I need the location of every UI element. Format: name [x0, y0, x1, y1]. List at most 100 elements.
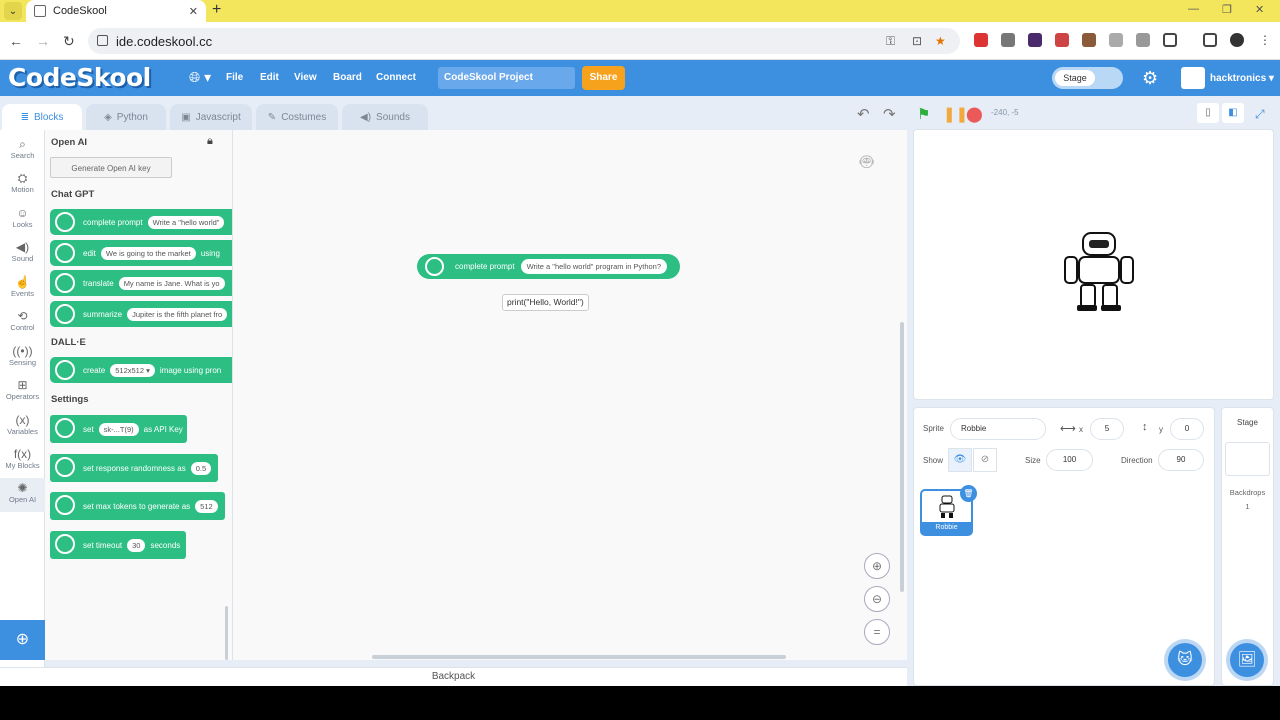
forward-icon[interactable]: → [36, 33, 50, 49]
zoom-out-button[interactable]: ⊖ [864, 586, 890, 612]
category-search[interactable]: ⌕ Search [0, 134, 45, 168]
large-stage-icon[interactable]: ◧ [1222, 103, 1244, 123]
menu-board[interactable]: Board [333, 72, 362, 83]
backpack-bar[interactable]: Backpack [0, 667, 907, 686]
block-set-timeout[interactable]: set timeout 30 seconds [50, 531, 186, 559]
delete-sprite-icon[interactable]: 🗑︎ [960, 485, 977, 502]
green-flag-icon[interactable]: ⚑ [917, 105, 930, 123]
adblock-extension-icon[interactable] [974, 33, 988, 47]
extensions-puzzle-icon[interactable] [1163, 33, 1177, 47]
add-extension-button[interactable]: ⊕ [0, 620, 45, 660]
category-operators[interactable]: ⊞ Operators [0, 375, 45, 409]
block-dalle-create[interactable]: create 512x512 ▾ image using pron [50, 357, 232, 383]
tab-costumes[interactable]: ✎ Costumes [256, 104, 338, 130]
pause-icon[interactable]: ❚❚ [943, 105, 968, 123]
extension-icon[interactable] [1082, 33, 1096, 47]
stage-canvas[interactable] [913, 129, 1274, 400]
category-sound[interactable]: ◀) Sound [0, 237, 45, 271]
account-name[interactable]: hacktronics ▾ [1210, 73, 1274, 84]
reload-icon[interactable]: ↻ [63, 33, 75, 50]
project-name-input[interactable]: CodeSkool Project [438, 67, 575, 89]
stop-icon[interactable]: ⬤ [966, 105, 983, 123]
tab-search-icon[interactable]: ⌄ [4, 2, 22, 20]
share-button[interactable]: Share [582, 66, 625, 90]
lock-icon[interactable]: 🔒︎ [207, 135, 213, 148]
language-globe-icon[interactable]: 🌐︎ ▾ [189, 69, 211, 86]
maximize-icon[interactable]: ❐ [1222, 3, 1232, 16]
profile-avatar[interactable] [1230, 33, 1244, 47]
key-icon[interactable]: ⚿ [886, 34, 895, 49]
openai-logo-icon [55, 534, 75, 554]
menu-connect[interactable]: Connect [376, 72, 416, 83]
site-info-icon[interactable] [97, 35, 108, 46]
zoom-reset-button[interactable]: = [864, 619, 890, 645]
robot-sprite[interactable] [1061, 231, 1137, 313]
category-sensing[interactable]: ((•)) Sensing [0, 341, 45, 375]
category-looks[interactable]: ☺ Looks [0, 203, 45, 237]
close-tab-icon[interactable]: ✕ [189, 5, 198, 18]
block-complete-prompt[interactable]: complete prompt Write a "hello world" [50, 209, 232, 235]
fullscreen-icon[interactable]: ⤢ [1255, 107, 1265, 122]
category-open-ai[interactable]: ✺ Open AI [0, 478, 45, 512]
palette-scrollbar[interactable] [225, 606, 228, 660]
small-stage-icon[interactable]: ▯ [1197, 103, 1219, 123]
hide-icon[interactable]: ⊘ [973, 448, 997, 472]
settings-gear-icon[interactable]: ⚙ [1142, 68, 1158, 89]
add-sprite-button[interactable]: 🐱︎ [1168, 643, 1202, 677]
account-avatar[interactable] [1181, 67, 1205, 89]
extension-icon[interactable] [1028, 33, 1042, 47]
codeskool-logo[interactable]: CodeSkool [8, 63, 151, 92]
workspace-h-scrollbar[interactable] [372, 655, 786, 659]
tab-sounds[interactable]: ◀) Sounds [342, 104, 428, 130]
workspace-block-complete-prompt[interactable]: complete prompt Write a "hello world" pr… [417, 254, 680, 279]
extension-icon[interactable] [1109, 33, 1123, 47]
backdrop-thumbnail[interactable] [1225, 442, 1270, 476]
block-summarize[interactable]: summarize Jupiter is the fifth planet fro [50, 301, 232, 327]
category-variables[interactable]: (x) Variables [0, 410, 45, 444]
back-icon[interactable]: ← [9, 33, 23, 49]
extension-icon[interactable] [1055, 33, 1069, 47]
close-window-icon[interactable]: ✕ [1255, 3, 1264, 16]
menu-edit[interactable]: Edit [260, 72, 279, 83]
tab-python[interactable]: ◈ Python [86, 104, 166, 130]
block-translate[interactable]: translate My name is Jane. What is yo [50, 270, 232, 296]
block-set-max-tokens[interactable]: set max tokens to generate as 512 [50, 492, 225, 520]
bookmark-star-icon[interactable]: ★ [935, 34, 946, 48]
tab-blocks[interactable]: ≣ Blocks [2, 104, 82, 130]
y-input[interactable]: 0 [1170, 418, 1204, 440]
block-set-randomness[interactable]: set response randomness as 0.5 [50, 454, 218, 482]
direction-input[interactable]: 90 [1158, 449, 1204, 471]
stage-mode-toggle[interactable]: Stage [1052, 67, 1123, 89]
category-control[interactable]: ⟲ Control [0, 306, 45, 340]
minimize-icon[interactable]: — [1188, 3, 1199, 15]
sprite-name-input[interactable]: Robbie [950, 418, 1046, 440]
extension-icon[interactable] [1001, 33, 1015, 47]
tab-javascript[interactable]: ▣ Javascript [170, 104, 252, 130]
category-motion[interactable]: ⛭ Motion [0, 168, 45, 202]
category-my-blocks[interactable]: f(x) My Blocks [0, 444, 45, 478]
code-workspace[interactable] [233, 130, 907, 660]
show-visible-icon[interactable]: 👁︎ [948, 448, 972, 472]
block-set-api-key[interactable]: set sk-...T(9) as API Key [50, 415, 187, 443]
search-icon: ⌕ [19, 137, 26, 151]
block-edit[interactable]: edit We is going to the market using [50, 240, 232, 266]
zoom-in-button[interactable]: ⊕ [864, 553, 890, 579]
generate-key-button[interactable]: Generate Open AI key [50, 157, 172, 178]
category-events[interactable]: ☝ Events [0, 272, 45, 306]
undo-icon[interactable]: ↶ [857, 105, 870, 123]
menu-view[interactable]: View [294, 72, 317, 83]
url-field[interactable]: ide.codeskool.cc ⚿ ⊡ ★ [88, 28, 960, 54]
install-icon[interactable]: ⊡ [912, 34, 922, 48]
redo-icon[interactable]: ↷ [883, 105, 896, 123]
workspace-v-scrollbar[interactable] [900, 322, 904, 592]
prompt-input[interactable]: Write a "hello world" program in Python? [520, 259, 668, 274]
new-tab-icon[interactable]: + [212, 1, 221, 19]
menu-file[interactable]: File [226, 72, 243, 83]
x-input[interactable]: 5 [1090, 418, 1124, 440]
side-panel-icon[interactable] [1203, 33, 1217, 47]
camera-extension-icon[interactable] [1136, 33, 1150, 47]
browser-menu-icon[interactable]: ⋮ [1258, 33, 1272, 47]
size-input[interactable]: 100 [1046, 449, 1093, 471]
add-backdrop-button[interactable]: 🖼︎ [1230, 643, 1264, 677]
browser-tab[interactable]: CodeSkool ✕ [26, 0, 206, 22]
